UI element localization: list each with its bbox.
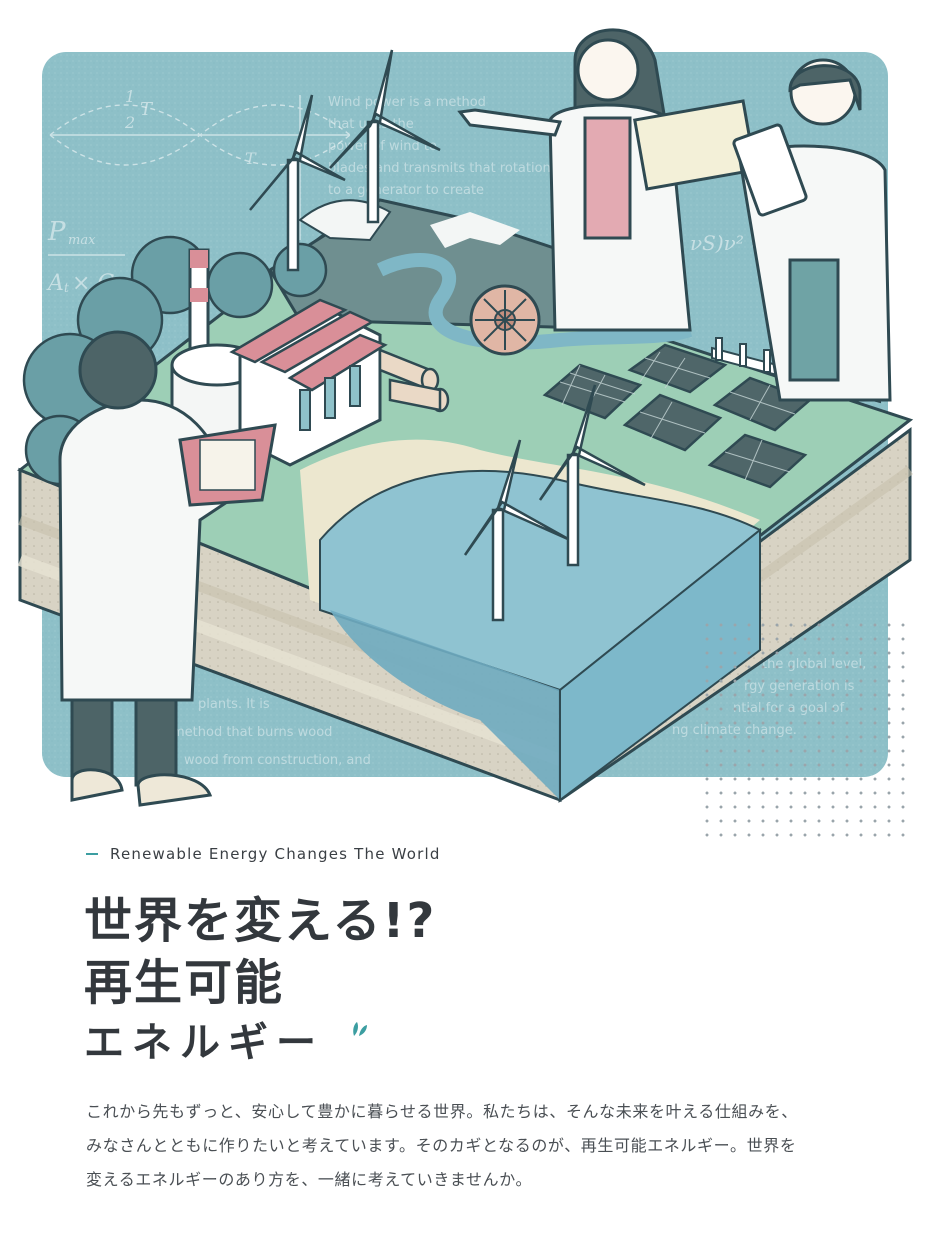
- svg-text:P: P: [47, 217, 66, 247]
- leaf-icon: [353, 1022, 367, 1036]
- intro-line-1: これから先もずっと、安心して豊かに暮らせる世界。私たちは、そんな未来を叶える仕組…: [86, 1102, 798, 1121]
- svg-text:to a generator to create: to a generator to create: [328, 183, 484, 198]
- bg-text-line: Wind power is a method: [328, 95, 486, 110]
- eyebrow-dash: [86, 853, 98, 855]
- decorative-dots: [700, 618, 910, 838]
- chimney: [188, 248, 210, 362]
- svg-text:method that burns wood: method that burns wood: [172, 725, 332, 740]
- water-wheel: [469, 284, 541, 356]
- intro-paragraph: これから先もずっと、安心して豊かに暮らせる世界。私たちは、そんな未来を叶える仕組…: [86, 1095, 876, 1197]
- svg-text:T: T: [245, 149, 257, 168]
- svg-text:1: 1: [125, 87, 135, 106]
- title-line-3: エネルギー: [84, 1014, 436, 1072]
- svg-text:t: t: [64, 281, 69, 295]
- intro-line-2: みなさんとともに作りたいと考えています。そのカギとなるのが、再生可能エネルギー。…: [86, 1136, 797, 1155]
- page-title: 世界を変える!? 再生可能 エネルギー: [84, 890, 436, 1072]
- svg-text:2: 2: [124, 113, 135, 132]
- title-line-3-text: エネルギー: [84, 1020, 324, 1066]
- intro-line-3: 変えるエネルギーのあり方を、一緒に考えていきませんか。: [86, 1170, 533, 1189]
- svg-text:plants. It is: plants. It is: [198, 697, 270, 712]
- eyebrow: Renewable Energy Changes The World: [86, 843, 441, 865]
- hero-illustration: 1 2 T T P max A t × C νS)ν² = 1 2 Wind p…: [0, 0, 930, 838]
- svg-text:wood from construction, and: wood from construction, and: [184, 753, 371, 768]
- svg-text:max: max: [68, 233, 96, 248]
- eyebrow-text: Renewable Energy Changes The World: [110, 845, 441, 863]
- title-line-2: 再生可能: [84, 955, 285, 1011]
- svg-text:T: T: [140, 99, 154, 120]
- svg-text:A: A: [46, 271, 64, 296]
- title-line-1: 世界を変える!?: [84, 893, 437, 949]
- svg-text:blades and transmits that rota: blades and transmits that rotation: [328, 161, 551, 176]
